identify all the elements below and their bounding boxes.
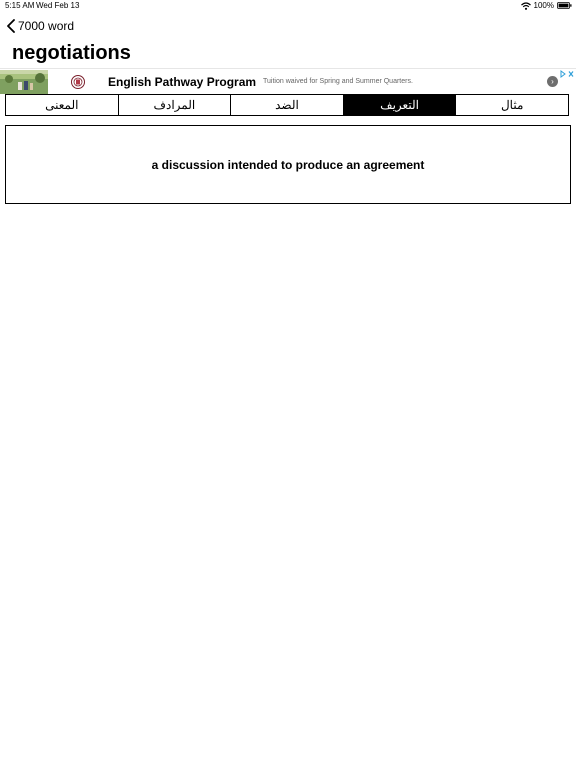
tab-example[interactable]: مثال [455, 95, 568, 115]
tab-meaning[interactable]: المعنى [6, 95, 118, 115]
ad-logo [71, 75, 85, 89]
ad-banner[interactable]: English Pathway Program Tuition waived f… [0, 68, 576, 94]
ad-photo [0, 70, 48, 94]
ad-title[interactable]: English Pathway Program [108, 75, 256, 89]
tab-synonym[interactable]: المرادف [117, 95, 231, 115]
status-date: Wed Feb 13 [36, 1, 80, 10]
segmented-control: المعنى المرادف الضد التعريف مثال [5, 94, 569, 116]
chevron-left-icon [7, 19, 15, 33]
page-title: negotiations [12, 42, 131, 64]
definition-panel: a discussion intended to produce an agre… [5, 125, 571, 204]
status-right: 100% [520, 1, 572, 10]
back-button[interactable]: 7000 word [6, 17, 74, 35]
definition-text: a discussion intended to produce an agre… [151, 157, 425, 172]
status-time: 5:15 AM [5, 1, 35, 10]
back-button-label: 7000 word [18, 19, 75, 33]
wifi-icon [520, 1, 531, 10]
ad-go-button[interactable]: › [547, 76, 558, 87]
ad-choices-icon[interactable] [560, 70, 574, 78]
tab-antonym[interactable]: الضد [230, 95, 343, 115]
battery-icon [557, 2, 572, 9]
ad-subtitle[interactable]: Tuition waived for Spring and Summer Qua… [263, 78, 413, 85]
tab-definition[interactable]: التعريف [342, 95, 456, 115]
status-bar: 5:15 AM Wed Feb 13 100% [0, 0, 576, 12]
battery-percentage: 100% [533, 1, 554, 10]
